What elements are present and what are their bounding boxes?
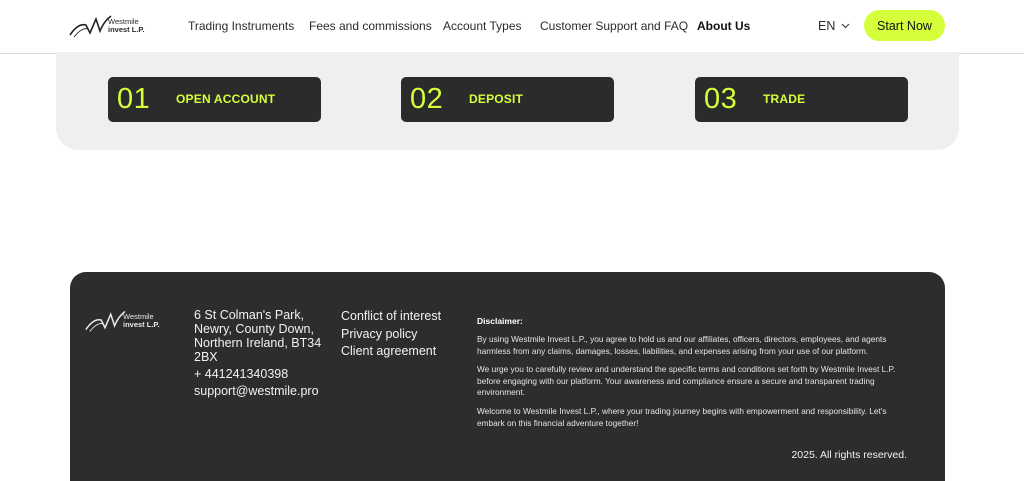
disclaimer-paragraph: By using Westmile Invest L.P., you agree… bbox=[477, 334, 887, 356]
nav-fees-and-commissions[interactable]: Fees and commissions bbox=[309, 19, 432, 33]
footer-links: Conflict of interest Privacy policy Clie… bbox=[341, 308, 441, 361]
language-selector[interactable]: EN bbox=[818, 19, 850, 33]
conflict-of-interest-link[interactable]: Conflict of interest bbox=[341, 308, 441, 326]
step-number: 02 bbox=[410, 83, 444, 115]
disclaimer-block: Disclaimer: By using Westmile Invest L.P… bbox=[477, 316, 902, 436]
step-card-trade[interactable]: 03 TRADE bbox=[695, 77, 908, 122]
disclaimer-title: Disclaimer: bbox=[477, 316, 523, 326]
phone-link[interactable]: + 441241340398 bbox=[194, 367, 288, 381]
copyright-text: 2025. All rights reserved. bbox=[791, 449, 907, 461]
step-number: 01 bbox=[117, 83, 151, 115]
brand-name-line2: invest L.P. bbox=[108, 25, 145, 34]
disclaimer-paragraph: Welcome to Westmile Invest L.P., where y… bbox=[477, 405, 887, 428]
step-card-deposit[interactable]: 02 DEPOSIT bbox=[401, 77, 614, 122]
steps-panel: 01 OPEN ACCOUNT 02 DEPOSIT 03 TRADE bbox=[56, 52, 959, 150]
step-label: TRADE bbox=[763, 92, 806, 106]
footer-brand-line2: invest L.P. bbox=[123, 320, 160, 329]
email-link[interactable]: support@westmile.pro bbox=[194, 384, 319, 398]
footer-logo[interactable]: Westmile invest L.P. bbox=[84, 308, 160, 334]
site-header: Westmile invest L.P. Trading Instruments… bbox=[0, 0, 1024, 54]
step-card-open-account[interactable]: 01 OPEN ACCOUNT bbox=[108, 77, 321, 122]
nav-customer-support-faq[interactable]: Customer Support and FAQ bbox=[540, 19, 688, 33]
start-now-button[interactable]: Start Now bbox=[864, 10, 945, 41]
westmile-logo-icon bbox=[69, 15, 112, 38]
language-label: EN bbox=[818, 19, 836, 33]
westmile-logo-icon bbox=[85, 310, 126, 332]
nav-trading-instruments[interactable]: Trading Instruments bbox=[188, 19, 294, 33]
company-address: 6 St Colman's Park, Newry, County Down, … bbox=[194, 308, 322, 364]
brand-name: Westmile invest L.P. bbox=[108, 18, 145, 34]
brand-logo[interactable]: Westmile invest L.P. bbox=[68, 12, 152, 40]
site-footer: Westmile invest L.P. 6 St Colman's Park,… bbox=[70, 272, 945, 481]
nav-account-types[interactable]: Account Types bbox=[443, 19, 522, 33]
client-agreement-link[interactable]: Client agreement bbox=[341, 343, 441, 361]
step-label: OPEN ACCOUNT bbox=[176, 92, 276, 106]
footer-brand-name: Westmile invest L.P. bbox=[123, 312, 160, 330]
disclaimer-paragraph: We urge you to carefully review and unde… bbox=[477, 364, 896, 398]
chevron-down-icon bbox=[841, 23, 850, 29]
nav-about-us[interactable]: About Us bbox=[697, 19, 750, 33]
privacy-policy-link[interactable]: Privacy policy bbox=[341, 326, 441, 344]
step-label: DEPOSIT bbox=[469, 92, 524, 106]
step-number: 03 bbox=[704, 83, 738, 115]
